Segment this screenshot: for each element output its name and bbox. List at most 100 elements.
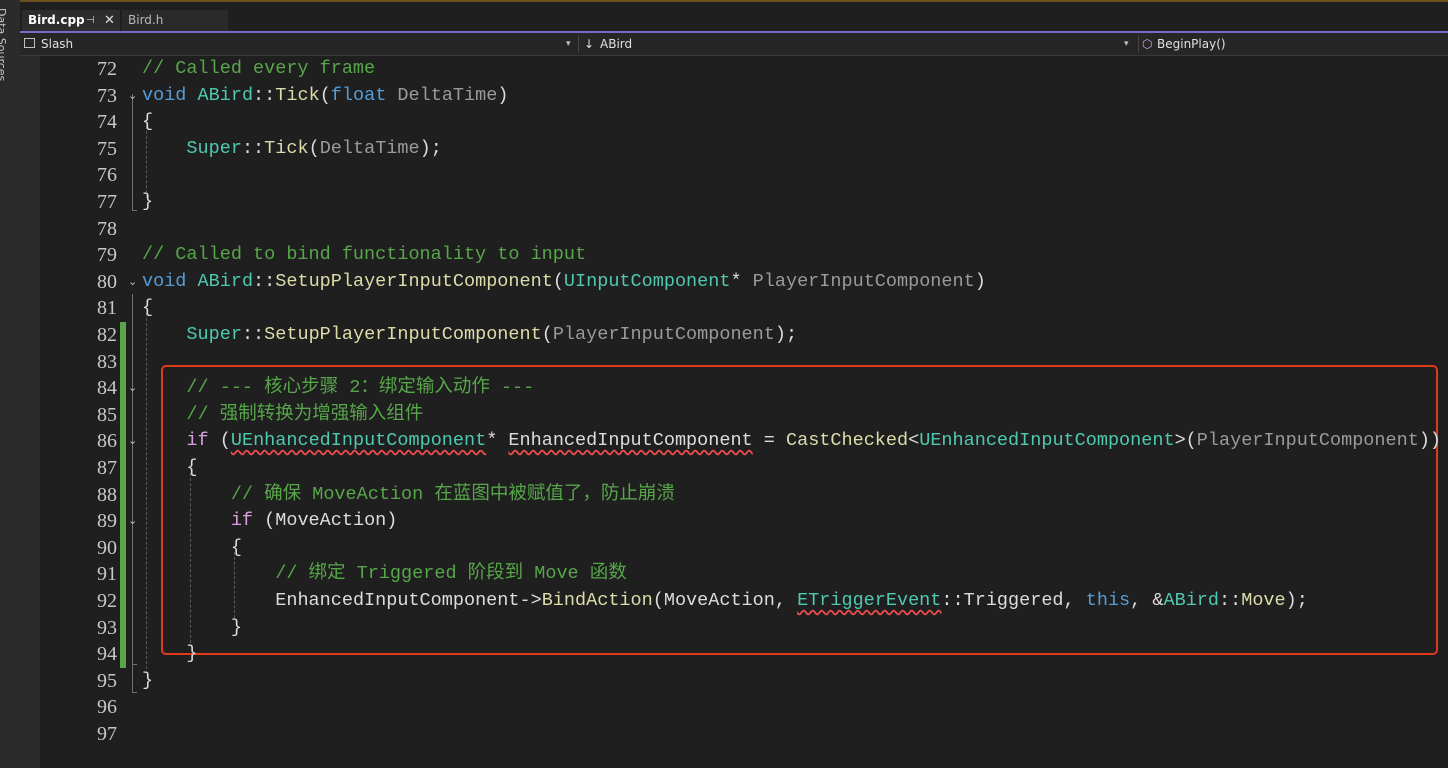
fold-chevron-icon[interactable]: ⌄	[128, 434, 137, 447]
code-line[interactable]: 83	[20, 348, 1448, 376]
pin-icon[interactable]: ⊣	[86, 10, 95, 31]
code-token: );	[1285, 590, 1308, 611]
code-token: if	[230, 510, 254, 532]
line-number: 86	[97, 430, 117, 453]
member-dropdown[interactable]: ⬡ BeginPlay()	[1142, 33, 1442, 55]
code-text: // --- 核心步骤 2：绑定输入动作 ---	[142, 375, 534, 402]
code-editor[interactable]: 72// Called every frame 73 ⌄ void ABird::Ti…	[20, 56, 1448, 768]
code-line[interactable]: 73 ⌄ void ABird::Tick(float DeltaTime)	[20, 83, 1448, 110]
line-number: 83	[97, 350, 117, 373]
code-line[interactable]: 74 {	[20, 109, 1448, 136]
fold-chevron-icon[interactable]: ⌄	[128, 89, 137, 102]
line-number: 75	[97, 137, 117, 160]
change-indicator	[120, 455, 126, 482]
tab-bar-top-border	[20, 0, 1448, 2]
code-text: {	[142, 109, 153, 136]
line-number: 93	[97, 616, 117, 639]
code-token: ABird	[197, 84, 254, 106]
tab-bird-h[interactable]: Bird.h	[122, 10, 228, 31]
code-token: Super	[186, 324, 242, 345]
change-indicator	[120, 428, 126, 455]
code-line[interactable]: 78	[20, 216, 1448, 243]
code-text: // Called every frame	[142, 56, 375, 83]
code-line[interactable]: 95}	[20, 668, 1448, 695]
code-text: Super::Tick(DeltaTime);	[142, 136, 441, 163]
code-token: ABird	[1163, 590, 1219, 611]
side-tool-strip: Data Sources	[0, 0, 21, 768]
code-line[interactable]: 82 Super::SetupPlayerInputComponent(Play…	[20, 322, 1448, 349]
code-line[interactable]: 84 ⌄ // --- 核心步骤 2：绑定输入动作 ---	[20, 375, 1448, 402]
code-line[interactable]: 89 ⌄ if (MoveAction)	[20, 508, 1448, 535]
code-token: float	[330, 84, 387, 106]
project-icon	[24, 38, 35, 48]
code-line[interactable]: 76	[20, 162, 1448, 189]
code-comment: // 绑定 Triggered 阶段到 Move 函数	[142, 563, 627, 585]
data-sources-tab[interactable]: Data Sources	[0, 8, 8, 81]
code-line[interactable]: 85 // 强制转换为增强输入组件	[20, 401, 1448, 429]
code-line[interactable]: 97	[20, 721, 1448, 748]
code-line[interactable]: 87 {	[20, 455, 1448, 482]
line-number: 74	[97, 111, 117, 134]
code-line[interactable]: 93 }	[20, 614, 1448, 642]
code-comment: // --- 核心步骤 2：绑定输入动作 ---	[142, 377, 535, 399]
code-text: }	[142, 189, 153, 216]
line-number: 73	[97, 84, 117, 107]
code-token: DeltaTime	[386, 84, 498, 106]
code-token: ABird	[197, 270, 254, 292]
code-token: , &	[1130, 590, 1164, 611]
line-number: 92	[97, 590, 117, 612]
code-line[interactable]: 77}	[20, 189, 1448, 216]
code-line[interactable]: 79 // Called to bind functionality to inp…	[20, 242, 1448, 269]
change-indicator	[120, 348, 126, 376]
tab-bird-cpp[interactable]: Bird.cpp ⊣ ✕	[22, 10, 120, 31]
line-number: 81	[97, 297, 117, 320]
code-line[interactable]: 81 {	[20, 295, 1448, 322]
project-label: Slash	[41, 37, 74, 51]
line-number: 85	[97, 403, 117, 426]
scope-label: ABird	[600, 37, 633, 51]
code-line[interactable]: 86 ⌄ if (UEnhancedInputComponent* Enhance…	[20, 428, 1448, 455]
code-line[interactable]: 94 }	[20, 641, 1448, 668]
fold-chevron-icon[interactable]: ⌄	[128, 381, 137, 394]
fold-chevron-icon[interactable]: ⌄	[128, 514, 137, 527]
code-text: // Called to bind functionality to input	[142, 242, 586, 269]
code-line[interactable]: 80 ⌄ void ABird::SetupPlayerInputComponent…	[20, 269, 1448, 296]
code-token: ::	[253, 84, 276, 106]
code-token: Tick	[275, 84, 320, 106]
code-token: PlayerInputComponent	[752, 270, 975, 292]
scope-dropdown[interactable]: ↓ ABird ▾	[584, 33, 1136, 55]
line-number: 76	[97, 164, 117, 187]
code-line[interactable]: 96	[20, 694, 1448, 721]
code-token: void	[142, 270, 187, 292]
code-token: Move	[1241, 590, 1286, 611]
code-token: void	[142, 84, 187, 106]
line-number: 90	[97, 536, 117, 559]
code-line[interactable]: 88 // 确保 MoveAction 在蓝图中被赋值了，防止崩溃	[20, 481, 1448, 509]
fold-chevron-icon[interactable]: ⌄	[128, 275, 137, 288]
code-line[interactable]: 72 // Called every frame	[20, 56, 1448, 83]
change-indicator	[120, 481, 126, 509]
code-line[interactable]: 75 Super::Tick(DeltaTime);	[20, 136, 1448, 163]
code-token: )	[974, 270, 986, 292]
line-number: 91	[97, 563, 117, 586]
line-number: 80	[97, 270, 117, 293]
line-number: 72	[97, 58, 117, 80]
project-dropdown[interactable]: Slash ▾	[24, 33, 576, 55]
code-token: UInputComponent	[563, 270, 731, 292]
code-token: (	[541, 324, 553, 345]
code-line[interactable]: 90 {	[20, 534, 1448, 562]
chevron-down-icon: ▾	[1124, 39, 1129, 49]
line-number: 96	[97, 696, 117, 719]
close-icon[interactable]: ✕	[104, 10, 115, 31]
line-number: 77	[97, 191, 117, 213]
code-text: // 强制转换为增强输入组件	[142, 402, 423, 429]
code-token: PlayerInputComponent	[552, 324, 775, 345]
code-token: (	[308, 137, 320, 159]
code-line[interactable]: 92 EnhancedInputComponent->BindAction(Mo…	[20, 588, 1448, 615]
code-line[interactable]: 91 // 绑定 Triggered 阶段到 Move 函数	[20, 561, 1448, 588]
line-number: 79	[97, 244, 117, 267]
code-text: if (MoveAction)	[142, 508, 398, 535]
